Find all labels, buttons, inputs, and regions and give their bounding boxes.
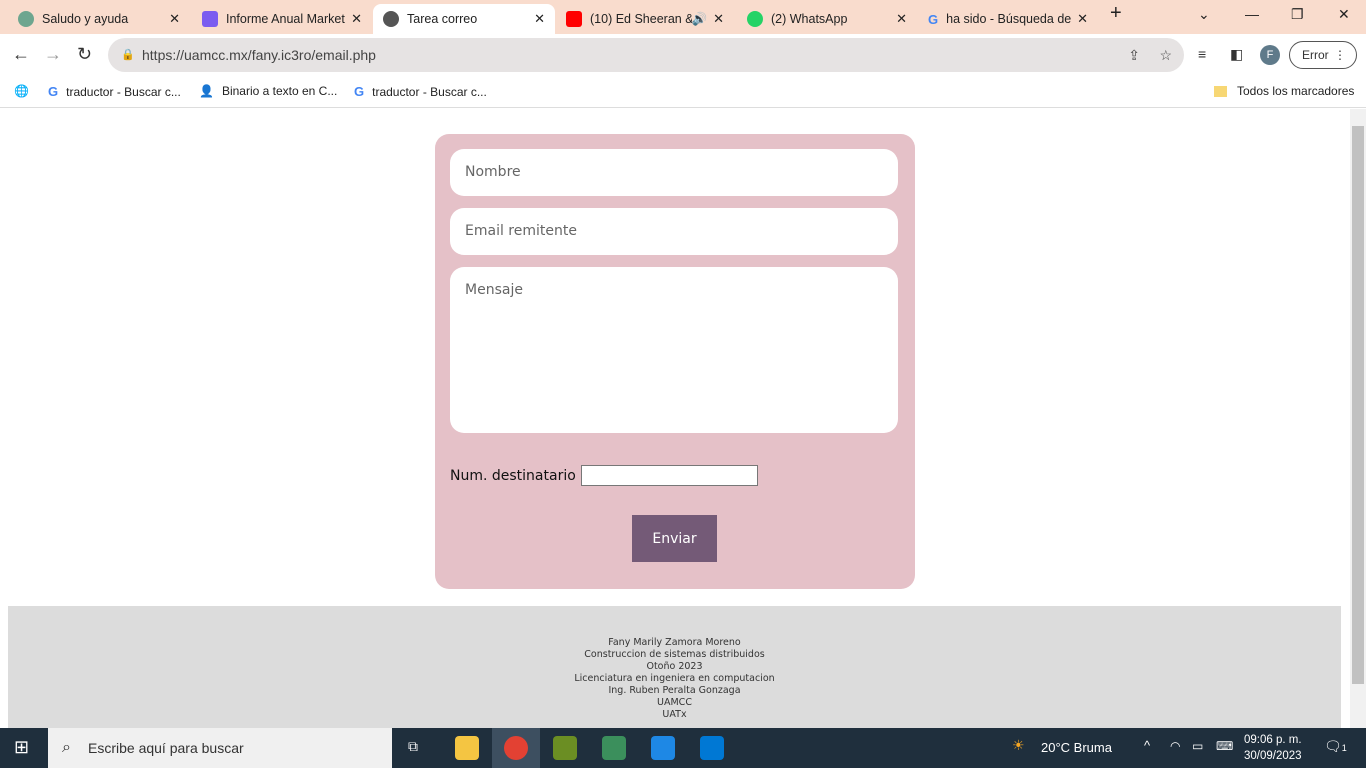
menu-icon: ⋮ [1334,48,1346,62]
shark-app-icon[interactable] [651,736,675,760]
tray-chevron-icon[interactable]: ^ [1144,738,1150,753]
num-destinatario-input[interactable] [580,465,758,486]
back-button[interactable]: ← [12,44,30,65]
message-textarea[interactable]: Mensaje [450,267,898,433]
weather-text[interactable]: 20°C Bruma [1041,740,1112,755]
tab-youtube[interactable]: (10) Ed Sheeran & ...🔊✕ [556,4,734,34]
tab-whatsapp[interactable]: (2) WhatsApp ✕ [737,4,917,34]
footer-line: Construccion de sistemas distribuidos [584,649,765,660]
folder-icon [1214,85,1227,97]
email-form: Nombre Email remitente Mensaje Num. dest… [435,134,915,589]
tab-tarea-correo[interactable]: Tarea correo ✕ [373,4,555,34]
forward-button[interactable]: → [44,44,62,65]
windows-start-icon[interactable]: ⊞ [14,737,29,758]
google-icon: G [354,84,365,99]
bookmark-item[interactable]: 👤 Binario a texto en C... [199,84,337,98]
audio-icon[interactable]: 🔊 [692,12,708,27]
taskbar-search[interactable]: ⌕ Escribe aquí para buscar [48,728,392,768]
battery-icon[interactable]: ▭ [1192,739,1203,753]
google-icon: G [928,11,939,27]
time: 09:06 p. m. [1244,734,1302,746]
date: 30/09/2023 [1244,750,1302,762]
person-icon: 👤 [199,84,214,98]
num-label: Num. destinatario [450,467,576,484]
whatsapp-icon [747,11,763,27]
close-tab-icon[interactable]: ✕ [1077,11,1088,27]
footer-line: Otoño 2023 [646,661,703,672]
footer-line: Fany Marily Zamora Moreno [608,637,741,648]
footer-line: Licenciatura en ingeniera en computacion [574,673,775,684]
close-tab-icon[interactable]: ✕ [896,11,907,27]
search-icon: ⌕ [62,739,71,756]
avatar[interactable]: F [1260,45,1280,65]
task-view-icon[interactable]: ⧉ [408,738,418,755]
close-window-button[interactable]: ✕ [1338,6,1350,23]
url-text: https://uamcc.mx/fany.ic3ro/email.php [142,47,376,63]
bookmarks-bar: 🌐 Gtraductor - Buscar c... 👤 Binario a te… [0,76,1366,108]
youtube-icon [566,11,582,27]
close-tab-icon[interactable]: ✕ [713,11,724,27]
google-icon: G [48,84,59,99]
chrome-taskbar-button[interactable] [492,728,540,768]
side-panel-icon[interactable]: ◧ [1230,46,1243,63]
media-app-icon[interactable] [602,736,626,760]
footer-line: Ing. Ruben Peralta Gonzaga [608,685,741,696]
app-icon[interactable] [553,736,577,760]
restore-button[interactable]: ❐ [1291,6,1304,23]
error-label: Error [1302,48,1329,62]
num-destinatario-row: Num. destinatario [450,465,758,486]
tab-saludo[interactable]: Saludo y ayuda ✕ [8,4,190,34]
weather-icon: ☀ [1012,737,1025,753]
notification-count: 1 [1341,743,1347,753]
notifications-icon[interactable]: 🗨1 [1324,738,1347,755]
minimize-button[interactable]: — [1245,6,1259,22]
close-tab-icon[interactable]: ✕ [534,11,545,27]
bookmark-item[interactable]: Gtraductor - Buscar c... [354,84,487,99]
tab-strip: Saludo y ayuda✕ Informe Anual Marketing✕… [0,0,1366,34]
close-tab-icon[interactable]: ✕ [169,11,180,27]
lock-icon: 🔒 [121,49,135,61]
scrollbar[interactable] [1350,109,1366,728]
share-icon[interactable]: ⇪ [1128,38,1140,72]
tab-search-chevron-icon[interactable]: ⌄ [1198,6,1210,23]
star-icon[interactable]: ☆ [1159,38,1172,72]
tab-google[interactable]: Gha sido - Búsqueda de Google✕ [918,4,1098,34]
email-input[interactable]: Email remitente [450,208,898,255]
keyboard-icon[interactable]: ⌨ [1216,739,1233,753]
address-bar[interactable]: 🔒 https://uamcc.mx/fany.ic3ro/email.php … [108,38,1184,72]
globe-icon [383,11,399,27]
footer-line: UAMCC [657,697,692,708]
tab-informe[interactable]: Informe Anual Marketing✕ [192,4,372,34]
browser-toolbar: ← → ↻ 🔒 https://uamcc.mx/fany.ic3ro/emai… [0,34,1366,76]
scrollbar-thumb[interactable] [1352,126,1364,684]
page-content: Nombre Email remitente Mensaje Num. dest… [0,109,1350,728]
footer: Fany Marily Zamora Moreno Construccion d… [8,606,1341,728]
chrome-icon [504,736,528,760]
bookmark-item[interactable]: Gtraductor - Buscar c... [48,84,181,99]
footer-line: UATx [662,709,687,720]
wifi-icon[interactable]: ◠ [1170,739,1180,753]
all-bookmarks[interactable]: Todos los marcadores [1214,84,1354,98]
taskbar: ⊞ ⌕ Escribe aquí para buscar ⧉ ☀ 20°C Bru… [0,728,1366,768]
error-button[interactable]: Error ⋮ [1289,41,1357,69]
vscode-icon[interactable] [700,736,724,760]
media-control-icon[interactable]: ≡ [1198,46,1206,62]
name-input[interactable]: Nombre [450,149,898,196]
file-explorer-icon[interactable] [455,736,479,760]
app-icon [202,11,218,27]
send-button[interactable]: Enviar [632,515,717,562]
new-tab-button[interactable]: + [1110,2,1122,25]
globe-icon[interactable]: 🌐 [14,84,29,98]
reload-button[interactable]: ↻ [77,44,92,65]
chatgpt-icon [18,11,34,27]
close-tab-icon[interactable]: ✕ [351,11,362,27]
clock[interactable]: 09:06 p. m. 30/09/2023 [1244,732,1302,764]
